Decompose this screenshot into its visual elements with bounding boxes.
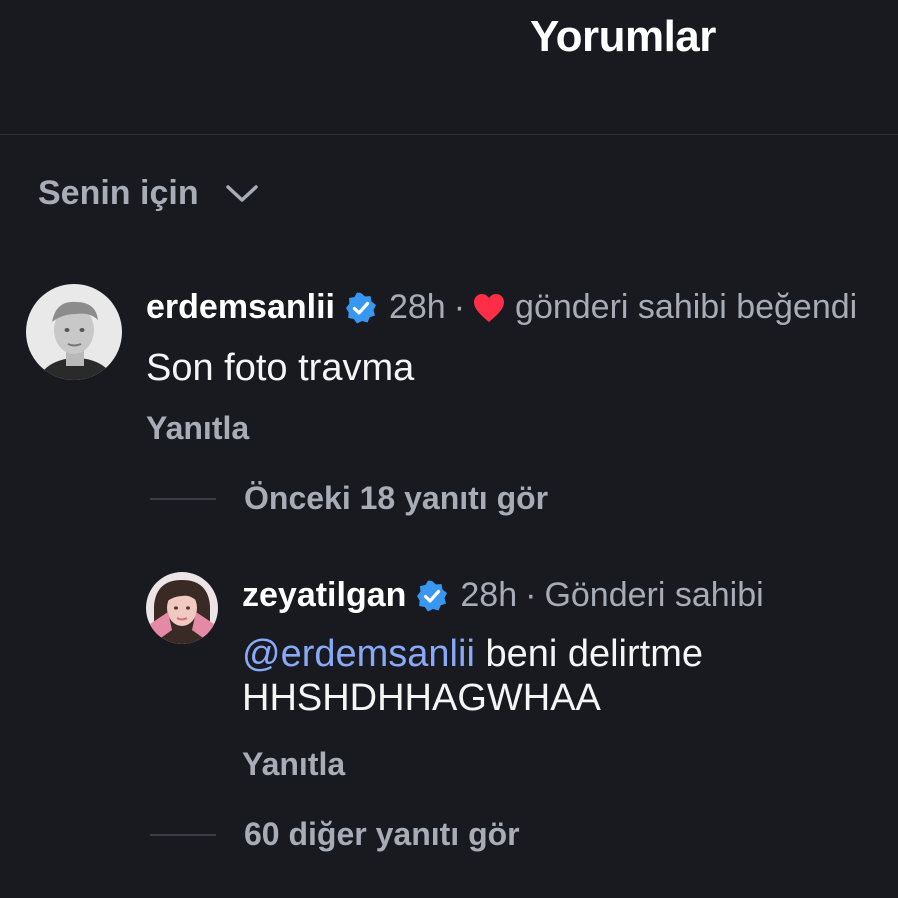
avatar[interactable] bbox=[26, 284, 122, 380]
reply-meta: zeyatilgan 28h · Gönderi sahibi bbox=[242, 576, 764, 615]
author-badge: Gönderi sahibi bbox=[544, 576, 764, 614]
comment-meta: erdemsanlii 28h · gönderi sahibi beğendi bbox=[146, 288, 857, 327]
reply-time: 28h bbox=[460, 576, 518, 614]
view-previous-replies-button[interactable]: Önceki 18 yanıtı gör bbox=[150, 480, 548, 517]
reply-text-line-2: HHSHDHHAGWHAA bbox=[242, 677, 601, 719]
separator-dot: · bbox=[525, 576, 537, 614]
view-more-replies-button[interactable]: 60 diğer yanıtı gör bbox=[150, 816, 520, 853]
thread-divider bbox=[150, 497, 216, 500]
sort-dropdown[interactable]: Senin için bbox=[38, 174, 259, 213]
view-replies-label: 60 diğer yanıtı gör bbox=[244, 816, 520, 852]
mention-link[interactable]: @erdemsanlii bbox=[242, 633, 475, 675]
reply-username[interactable]: zeyatilgan bbox=[242, 576, 406, 615]
comment-time: 28h bbox=[388, 288, 446, 326]
heart-icon bbox=[474, 293, 505, 322]
sort-label: Senin için bbox=[38, 174, 199, 212]
verified-badge-icon bbox=[417, 580, 448, 611]
comment-username[interactable]: erdemsanlii bbox=[146, 288, 335, 327]
chevron-down-icon bbox=[225, 184, 258, 202]
verified-badge-icon bbox=[345, 292, 376, 323]
reply-text: @erdemsanlii beni delirtme HHSHDHHAGWHAA bbox=[242, 632, 703, 720]
thread-divider bbox=[150, 833, 216, 836]
page-title: Yorumlar bbox=[530, 12, 716, 61]
reply-button[interactable]: Yanıtla bbox=[146, 410, 249, 447]
view-replies-label: Önceki 18 yanıtı gör bbox=[244, 480, 549, 516]
avatar[interactable] bbox=[146, 572, 218, 644]
liked-by-author-text: gönderi sahibi beğendi bbox=[515, 288, 858, 326]
separator-dot: · bbox=[453, 288, 466, 326]
reply-button[interactable]: Yanıtla bbox=[242, 746, 345, 783]
comment-text: Son foto travma bbox=[146, 347, 415, 389]
reply-text-line-1: @erdemsanlii beni delirtme bbox=[242, 632, 703, 676]
reply-text-rest: beni delirtme bbox=[474, 633, 704, 675]
comments-header: Yorumlar bbox=[0, 0, 898, 135]
